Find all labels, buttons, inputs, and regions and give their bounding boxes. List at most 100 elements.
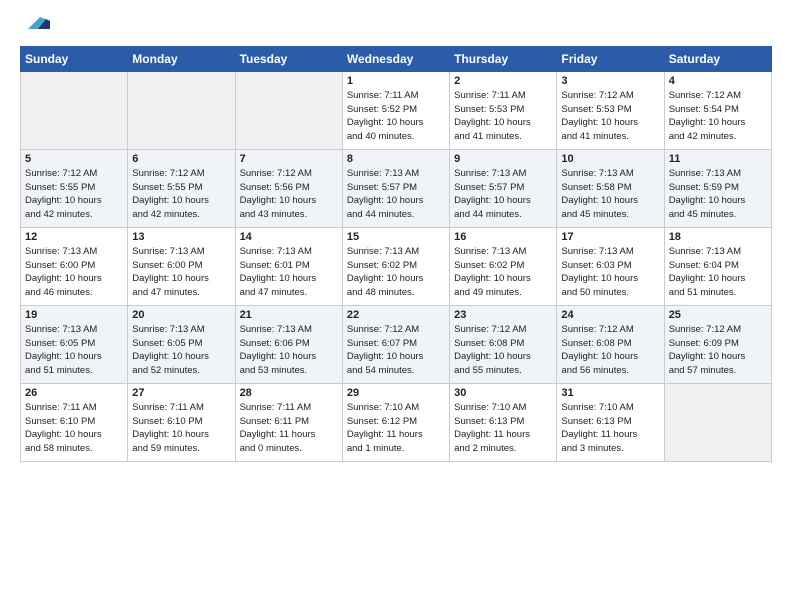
day-cell: 30 Sunrise: 7:10 AM Sunset: 6:13 PM Dayli… <box>450 383 557 461</box>
day-info: Sunrise: 7:13 AM Sunset: 6:01 PM Dayligh… <box>240 245 338 300</box>
col-header-saturday: Saturday <box>664 46 771 71</box>
day-number: 26 <box>25 387 123 399</box>
day-cell: 9 Sunrise: 7:13 AM Sunset: 5:57 PM Daylig… <box>450 149 557 227</box>
day-cell: 14 Sunrise: 7:13 AM Sunset: 6:01 PM Dayli… <box>235 227 342 305</box>
day-info: Sunrise: 7:13 AM Sunset: 6:06 PM Dayligh… <box>240 323 338 378</box>
day-number: 3 <box>561 75 659 87</box>
day-number: 7 <box>240 153 338 165</box>
day-cell: 11Sunrise: 7:13 AM Sunset: 5:59 PM Dayli… <box>664 149 771 227</box>
day-number: 2 <box>454 75 552 87</box>
day-cell: 25 Sunrise: 7:12 AM Sunset: 6:09 PM Dayli… <box>664 305 771 383</box>
page-container: SundayMondayTuesdayWednesdayThursdayFrid… <box>0 0 792 472</box>
day-cell: 23 Sunrise: 7:12 AM Sunset: 6:08 PM Dayli… <box>450 305 557 383</box>
day-cell: 20 Sunrise: 7:13 AM Sunset: 6:05 PM Dayli… <box>128 305 235 383</box>
day-info: Sunrise: 7:13 AM Sunset: 6:00 PM Dayligh… <box>25 245 123 300</box>
day-number: 6 <box>132 153 230 165</box>
day-cell: 26 Sunrise: 7:11 AM Sunset: 6:10 PM Dayli… <box>21 383 128 461</box>
day-info: Sunrise: 7:13 AM Sunset: 6:02 PM Dayligh… <box>454 245 552 300</box>
day-cell <box>235 71 342 149</box>
col-header-wednesday: Wednesday <box>342 46 449 71</box>
day-cell: 1 Sunrise: 7:11 AM Sunset: 5:52 PM Daylig… <box>342 71 449 149</box>
day-number: 28 <box>240 387 338 399</box>
day-number: 8 <box>347 153 445 165</box>
day-cell: 10 Sunrise: 7:13 AM Sunset: 5:58 PM Dayli… <box>557 149 664 227</box>
day-number: 12 <box>25 231 123 243</box>
day-cell: 5Sunrise: 7:12 AM Sunset: 5:55 PM Daylig… <box>21 149 128 227</box>
day-cell: 21 Sunrise: 7:13 AM Sunset: 6:06 PM Dayli… <box>235 305 342 383</box>
day-info: Sunrise: 7:12 AM Sunset: 6:07 PM Dayligh… <box>347 323 445 378</box>
day-cell: 8 Sunrise: 7:13 AM Sunset: 5:57 PM Daylig… <box>342 149 449 227</box>
day-number: 13 <box>132 231 230 243</box>
day-info: Sunrise: 7:12 AM Sunset: 5:54 PM Dayligh… <box>669 89 767 144</box>
day-cell: 6 Sunrise: 7:12 AM Sunset: 5:55 PM Daylig… <box>128 149 235 227</box>
day-info: Sunrise: 7:10 AM Sunset: 6:13 PM Dayligh… <box>561 401 659 456</box>
day-number: 10 <box>561 153 659 165</box>
day-cell <box>21 71 128 149</box>
day-cell: 31 Sunrise: 7:10 AM Sunset: 6:13 PM Dayli… <box>557 383 664 461</box>
day-cell: 15Sunrise: 7:13 AM Sunset: 6:02 PM Dayli… <box>342 227 449 305</box>
day-number: 4 <box>669 75 767 87</box>
day-number: 1 <box>347 75 445 87</box>
day-info: Sunrise: 7:10 AM Sunset: 6:13 PM Dayligh… <box>454 401 552 456</box>
day-cell: 19 Sunrise: 7:13 AM Sunset: 6:05 PM Dayli… <box>21 305 128 383</box>
day-info: Sunrise: 7:13 AM Sunset: 5:58 PM Dayligh… <box>561 167 659 222</box>
day-number: 31 <box>561 387 659 399</box>
day-cell: 16Sunrise: 7:13 AM Sunset: 6:02 PM Dayli… <box>450 227 557 305</box>
col-header-monday: Monday <box>128 46 235 71</box>
day-info: Sunrise: 7:12 AM Sunset: 6:08 PM Dayligh… <box>561 323 659 378</box>
day-number: 29 <box>347 387 445 399</box>
day-number: 11 <box>669 153 767 165</box>
header-row: SundayMondayTuesdayWednesdayThursdayFrid… <box>21 46 772 71</box>
col-header-thursday: Thursday <box>450 46 557 71</box>
day-number: 15 <box>347 231 445 243</box>
day-number: 30 <box>454 387 552 399</box>
day-number: 21 <box>240 309 338 321</box>
day-cell: 22 Sunrise: 7:12 AM Sunset: 6:07 PM Dayli… <box>342 305 449 383</box>
day-info: Sunrise: 7:13 AM Sunset: 6:04 PM Dayligh… <box>669 245 767 300</box>
day-number: 18 <box>669 231 767 243</box>
day-number: 25 <box>669 309 767 321</box>
week-row-5: 26 Sunrise: 7:11 AM Sunset: 6:10 PM Dayli… <box>21 383 772 461</box>
col-header-tuesday: Tuesday <box>235 46 342 71</box>
day-info: Sunrise: 7:12 AM Sunset: 6:09 PM Dayligh… <box>669 323 767 378</box>
day-cell <box>128 71 235 149</box>
day-info: Sunrise: 7:12 AM Sunset: 5:55 PM Dayligh… <box>25 167 123 222</box>
day-number: 19 <box>25 309 123 321</box>
day-info: Sunrise: 7:13 AM Sunset: 6:05 PM Dayligh… <box>132 323 230 378</box>
day-number: 14 <box>240 231 338 243</box>
day-info: Sunrise: 7:12 AM Sunset: 5:56 PM Dayligh… <box>240 167 338 222</box>
day-info: Sunrise: 7:11 AM Sunset: 5:52 PM Dayligh… <box>347 89 445 144</box>
day-cell: 29 Sunrise: 7:10 AM Sunset: 6:12 PM Dayli… <box>342 383 449 461</box>
day-cell: 7 Sunrise: 7:12 AM Sunset: 5:56 PM Daylig… <box>235 149 342 227</box>
day-info: Sunrise: 7:12 AM Sunset: 5:55 PM Dayligh… <box>132 167 230 222</box>
day-cell: 24 Sunrise: 7:12 AM Sunset: 6:08 PM Dayli… <box>557 305 664 383</box>
day-number: 20 <box>132 309 230 321</box>
day-info: Sunrise: 7:11 AM Sunset: 6:10 PM Dayligh… <box>25 401 123 456</box>
day-info: Sunrise: 7:13 AM Sunset: 5:57 PM Dayligh… <box>347 167 445 222</box>
day-cell: 28 Sunrise: 7:11 AM Sunset: 6:11 PM Dayli… <box>235 383 342 461</box>
day-number: 24 <box>561 309 659 321</box>
day-cell: 17 Sunrise: 7:13 AM Sunset: 6:03 PM Dayli… <box>557 227 664 305</box>
day-info: Sunrise: 7:13 AM Sunset: 6:05 PM Dayligh… <box>25 323 123 378</box>
day-number: 27 <box>132 387 230 399</box>
day-info: Sunrise: 7:10 AM Sunset: 6:12 PM Dayligh… <box>347 401 445 456</box>
day-number: 17 <box>561 231 659 243</box>
day-number: 23 <box>454 309 552 321</box>
week-row-1: 1 Sunrise: 7:11 AM Sunset: 5:52 PM Daylig… <box>21 71 772 149</box>
day-info: Sunrise: 7:13 AM Sunset: 6:03 PM Dayligh… <box>561 245 659 300</box>
day-info: Sunrise: 7:11 AM Sunset: 6:10 PM Dayligh… <box>132 401 230 456</box>
day-cell <box>664 383 771 461</box>
header <box>20 16 772 36</box>
day-info: Sunrise: 7:13 AM Sunset: 5:57 PM Dayligh… <box>454 167 552 222</box>
week-row-3: 12 Sunrise: 7:13 AM Sunset: 6:00 PM Dayli… <box>21 227 772 305</box>
day-cell: 3Sunrise: 7:12 AM Sunset: 5:53 PM Daylig… <box>557 71 664 149</box>
col-header-sunday: Sunday <box>21 46 128 71</box>
day-number: 22 <box>347 309 445 321</box>
logo-icon <box>22 11 50 33</box>
day-cell: 18 Sunrise: 7:13 AM Sunset: 6:04 PM Dayli… <box>664 227 771 305</box>
day-info: Sunrise: 7:12 AM Sunset: 6:08 PM Dayligh… <box>454 323 552 378</box>
day-cell: 12 Sunrise: 7:13 AM Sunset: 6:00 PM Dayli… <box>21 227 128 305</box>
day-cell: 13Sunrise: 7:13 AM Sunset: 6:00 PM Dayli… <box>128 227 235 305</box>
day-info: Sunrise: 7:11 AM Sunset: 6:11 PM Dayligh… <box>240 401 338 456</box>
day-number: 9 <box>454 153 552 165</box>
